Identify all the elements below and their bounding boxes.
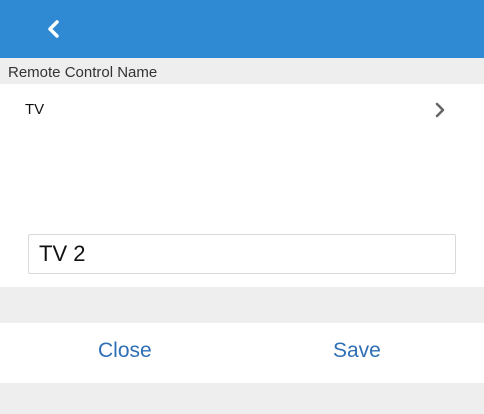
close-button[interactable]: Close xyxy=(98,339,152,363)
chevron-left-icon xyxy=(48,20,59,38)
section-header: Remote Control Name xyxy=(0,58,484,84)
divider-band xyxy=(0,287,484,323)
remote-name-input[interactable] xyxy=(28,234,456,274)
chevron-right-icon xyxy=(435,102,445,118)
back-button[interactable] xyxy=(38,14,68,44)
remote-control-item[interactable]: TV xyxy=(0,84,484,136)
dialog-button-row: Close Save xyxy=(0,323,484,383)
bottom-band xyxy=(0,383,484,414)
top-app-bar xyxy=(0,0,484,58)
remote-control-item-label: TV xyxy=(25,101,45,118)
save-button[interactable]: Save xyxy=(333,339,381,363)
section-title: Remote Control Name xyxy=(8,64,158,81)
